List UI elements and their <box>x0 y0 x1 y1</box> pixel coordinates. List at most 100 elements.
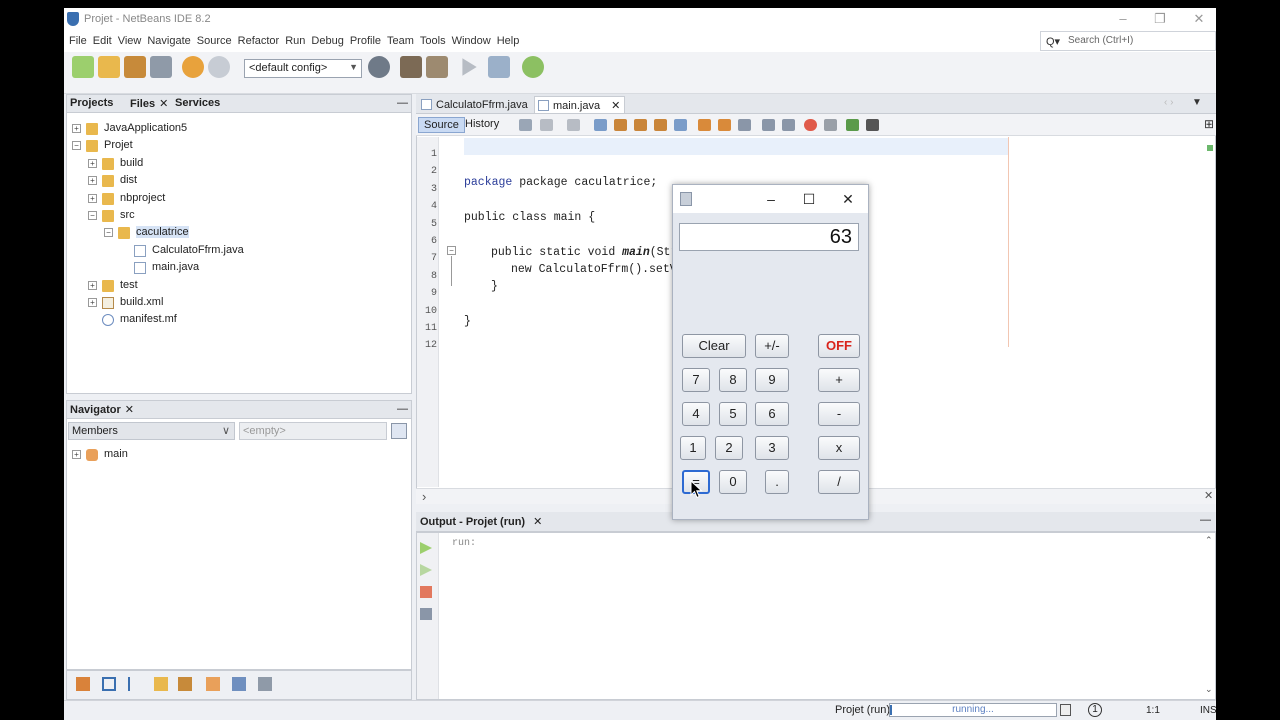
menu-source[interactable]: Source <box>194 35 235 47</box>
shift-right-icon[interactable] <box>782 119 795 131</box>
expand-icon[interactable]: + <box>88 280 97 290</box>
digit-1-button[interactable]: 1 <box>680 436 706 460</box>
menu-refactor[interactable]: Refactor <box>235 35 283 47</box>
clean-build-icon[interactable] <box>426 56 448 78</box>
menu-tools[interactable]: Tools <box>417 35 449 47</box>
lock-icon[interactable] <box>154 677 168 691</box>
maximize-window-button[interactable]: ❐ <box>1149 10 1171 28</box>
collapse-icon[interactable]: − <box>72 141 81 151</box>
new-file-icon[interactable] <box>72 56 94 78</box>
shift-left-icon[interactable] <box>762 119 775 131</box>
minimize-panel-button[interactable]: — <box>1200 514 1211 526</box>
previous-bookmark-icon[interactable] <box>698 119 711 131</box>
close-icon[interactable]: ✕ <box>1204 489 1213 502</box>
tab-services[interactable]: Services <box>175 97 220 109</box>
members-select[interactable]: Members ∨ <box>68 422 235 440</box>
digit-2-button[interactable]: 2 <box>715 436 743 460</box>
config-select[interactable]: <default config> ▼ <box>244 59 362 78</box>
toggle-highlight-icon[interactable] <box>654 119 667 131</box>
menu-navigate[interactable]: Navigate <box>144 35 193 47</box>
cancel-process-icon[interactable] <box>1060 704 1071 716</box>
digit-8-button[interactable]: 8 <box>719 368 747 392</box>
tab-history[interactable]: History <box>460 117 504 133</box>
chevron-right-icon[interactable]: › <box>422 489 426 504</box>
output-console[interactable] <box>416 532 1216 700</box>
expand-icon[interactable]: + <box>72 450 81 459</box>
tab-main-java[interactable]: main.java ✕ <box>534 96 626 113</box>
forward-icon[interactable] <box>567 119 580 131</box>
search-input[interactable]: Q▾ Search (Ctrl+I) <box>1040 31 1216 51</box>
menu-window[interactable]: Window <box>449 35 494 47</box>
scroll-tabs-icon[interactable]: ‹ › <box>1164 97 1173 108</box>
fold-toggle-icon[interactable]: − <box>447 246 456 255</box>
scroll-down-icon[interactable]: ⌄ <box>1205 684 1213 695</box>
frame-icon[interactable] <box>102 677 116 691</box>
expand-icon[interactable]: + <box>88 158 97 168</box>
digit-9-button[interactable]: 9 <box>755 368 789 392</box>
decimal-point-button[interactable]: . <box>765 470 789 494</box>
sort-alpha-icon[interactable] <box>258 677 272 691</box>
calculator-display[interactable]: 63 <box>679 223 859 251</box>
menu-team[interactable]: Team <box>384 35 417 47</box>
find-icon[interactable] <box>594 119 607 131</box>
stop-macro-icon[interactable] <box>824 119 837 131</box>
package-icon[interactable] <box>206 677 220 691</box>
minimize-panel-button[interactable]: — <box>397 97 408 109</box>
sort-icon[interactable] <box>232 677 246 691</box>
close-icon[interactable]: ✕ <box>611 100 620 112</box>
find-next-icon[interactable] <box>634 119 647 131</box>
next-bookmark-icon[interactable] <box>718 119 731 131</box>
menu-debug[interactable]: Debug <box>308 35 346 47</box>
menu-file[interactable]: File <box>66 35 90 47</box>
expand-icon[interactable]: + <box>72 124 81 133</box>
digit-3-button[interactable]: 3 <box>755 436 789 460</box>
tasks-icon[interactable] <box>76 677 90 691</box>
save-all-icon[interactable] <box>150 56 172 78</box>
component-icon[interactable] <box>178 677 192 691</box>
maximize-calculator-button[interactable]: ☐ <box>797 190 821 208</box>
expand-icon[interactable]: + <box>88 298 97 307</box>
globe-icon[interactable] <box>368 56 390 78</box>
off-button[interactable]: OFF <box>818 334 860 358</box>
multiply-button[interactable]: x <box>818 436 860 460</box>
expand-icon[interactable]: + <box>88 193 97 203</box>
notifications-icon[interactable]: 1 <box>1088 703 1102 717</box>
undo-icon[interactable] <box>182 56 204 78</box>
menu-view[interactable]: View <box>115 35 145 47</box>
tab-source[interactable]: Source <box>418 117 465 133</box>
tab-output[interactable]: Output - Projet (run) ✕ <box>420 515 542 528</box>
close-icon[interactable]: ✕ <box>533 516 542 528</box>
close-icon[interactable]: ✕ <box>125 404 134 416</box>
digit-5-button[interactable]: 5 <box>719 402 747 426</box>
collapse-icon[interactable]: − <box>88 211 97 220</box>
digit-4-button[interactable]: 4 <box>682 402 710 426</box>
divide-button[interactable]: / <box>818 470 860 494</box>
digit-6-button[interactable]: 6 <box>755 402 789 426</box>
digit-7-button[interactable]: 7 <box>682 368 710 392</box>
new-project-icon[interactable] <box>98 56 120 78</box>
tab-projects[interactable]: Projects <box>70 97 113 109</box>
tab-list-dropdown-icon[interactable]: ▼ <box>1192 97 1202 108</box>
start-macro-icon[interactable] <box>804 119 817 131</box>
minimize-window-button[interactable]: – <box>1112 10 1134 28</box>
redo-icon[interactable] <box>208 56 230 78</box>
split-editor-icon[interactable]: ⊞ <box>1204 117 1214 131</box>
menu-edit[interactable]: Edit <box>90 35 115 47</box>
profile-icon[interactable] <box>522 56 544 78</box>
uncomment-icon[interactable] <box>866 119 879 131</box>
sign-toggle-button[interactable]: +/- <box>755 334 789 358</box>
tab-files[interactable]: Files ✕ <box>130 97 168 110</box>
close-window-button[interactable]: ✕ <box>1188 10 1210 28</box>
clear-button[interactable]: Clear <box>682 334 746 358</box>
toggle-rect-select-icon[interactable] <box>674 119 687 131</box>
tab-calculatoffrm-java[interactable]: CalculatoFfrm.java ✕ <box>418 96 552 113</box>
debug-icon[interactable] <box>488 56 510 78</box>
tab-navigator[interactable]: Navigator ✕ <box>70 403 134 416</box>
menu-help[interactable]: Help <box>494 35 523 47</box>
find-previous-icon[interactable] <box>614 119 627 131</box>
scroll-up-icon[interactable]: ⌃ <box>1205 535 1213 546</box>
minimize-calculator-button[interactable]: – <box>759 190 783 208</box>
menu-run[interactable]: Run <box>282 35 308 47</box>
subtract-button[interactable]: - <box>818 402 860 426</box>
navigator-item-main[interactable]: + main <box>72 447 272 464</box>
